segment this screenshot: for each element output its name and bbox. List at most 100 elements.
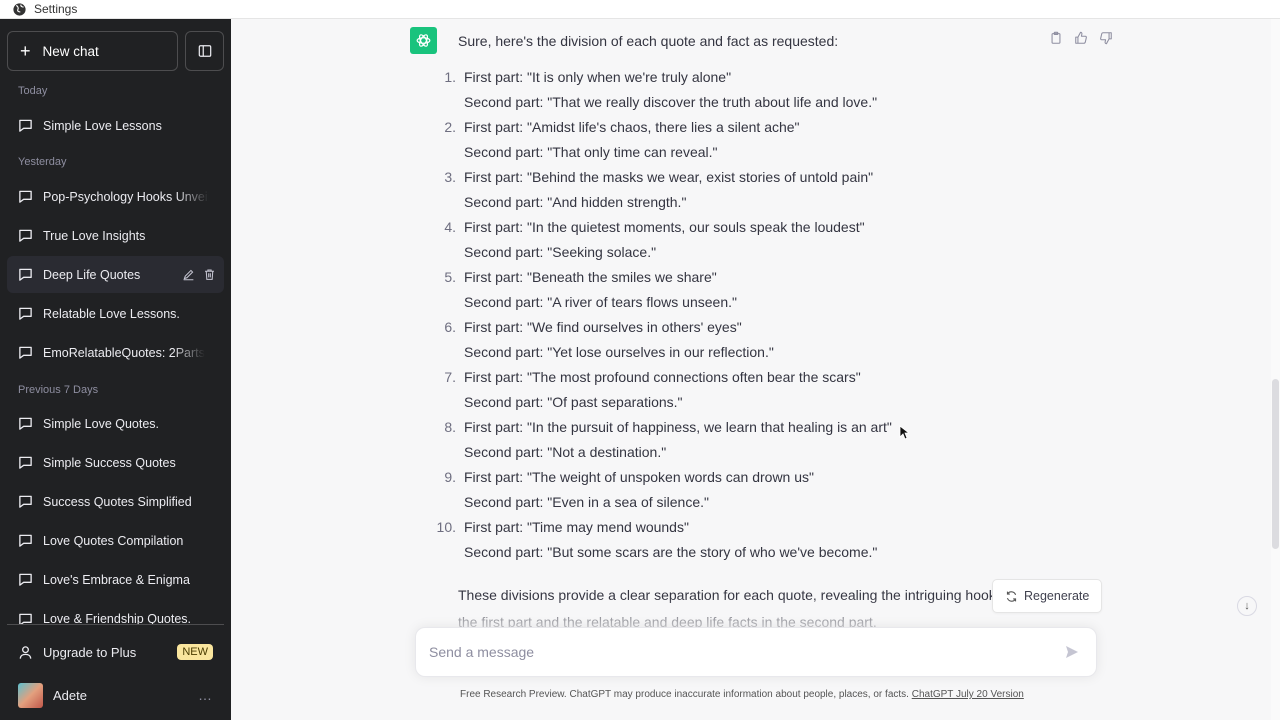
list-number: 3.: [444, 169, 456, 185]
thumbs-down-icon[interactable]: [1099, 31, 1114, 46]
sidebar-chat-label: Deep Life Quotes: [43, 267, 141, 282]
sidebar-chat-label: Relatable Love Lessons.: [43, 306, 180, 321]
sidebar-chat-label: True Love Insights: [43, 228, 146, 243]
quote-first-part: First part: "It is only when we're truly…: [464, 69, 732, 85]
regenerate-label: Regenerate: [1024, 589, 1090, 603]
quote-item: 10. First part: "Time may mend wounds" Sec…: [437, 515, 1098, 565]
send-icon[interactable]: [1064, 644, 1080, 660]
edit-pencil-icon[interactable]: [182, 268, 195, 281]
sidebar-chat-item[interactable]: Love Quotes Compilation: [7, 522, 224, 559]
account-menu-button[interactable]: Adete …: [7, 675, 224, 715]
list-number: 5.: [444, 269, 456, 285]
sidebar-chat-item[interactable]: Pop-Psychology Hooks Unveiled: [7, 178, 224, 215]
quote-item: 5. First part: "Beneath the smiles we sha…: [444, 265, 1098, 315]
upgrade-to-plus-button[interactable]: Upgrade to Plus NEW: [7, 633, 224, 671]
sidebar-chat-label: EmoRelatableQuotes: 2Parts: [43, 345, 205, 360]
sidebar-chat-item[interactable]: EmoRelatableQuotes: 2Parts: [7, 334, 224, 371]
conversation-area: Sure, here's the division of each quote …: [231, 19, 1280, 720]
window-titlebar: Settings: [0, 0, 1280, 19]
scrollbar-thumb[interactable]: [1272, 379, 1279, 549]
message-intro: Sure, here's the division of each quote …: [458, 33, 839, 49]
quote-second-part: Second part: "And hidden strength.": [464, 194, 687, 210]
message-icon: [19, 534, 32, 547]
quote-list: 1. First part: "It is only when we're tru…: [437, 65, 1098, 565]
plus-icon: +: [20, 41, 31, 61]
version-link[interactable]: ChatGPT July 20 Version: [912, 689, 1024, 700]
quote-second-part: Second part: "Yet lose ourselves in our …: [464, 344, 774, 360]
quote-item: 6. First part: "We find ourselves in othe…: [444, 315, 1098, 365]
quote-first-part: First part: "In the pursuit of happiness…: [464, 419, 892, 435]
sidebar-chat-item[interactable]: Simple Love Lessons: [7, 107, 224, 144]
window-title: Settings: [34, 2, 78, 16]
quote-first-part: First part: "In the quietest moments, ou…: [464, 219, 865, 235]
new-chat-button[interactable]: + New chat: [7, 31, 178, 71]
scroll-to-bottom-button[interactable]: ↓: [1237, 596, 1257, 616]
sidebar-chat-label: Love & Friendship Quotes.: [43, 612, 191, 624]
message-icon: [19, 346, 32, 359]
message-input[interactable]: [429, 644, 1029, 660]
quote-second-part: Second part: "Seeking solace.": [464, 244, 657, 260]
sidebar-chat-item[interactable]: Relatable Love Lessons.: [7, 295, 224, 332]
quote-item: 7. First part: "The most profound connect…: [444, 365, 1098, 415]
list-number: 10.: [436, 519, 456, 535]
more-options-icon[interactable]: …: [198, 687, 213, 703]
message-icon: [19, 417, 32, 430]
sidebar-chat-item[interactable]: Simple Love Quotes.: [7, 405, 224, 442]
sidebar-chat-item[interactable]: Simple Success Quotes: [7, 444, 224, 481]
footer-disclaimer: Free Research Preview. ChatGPT may produ…: [460, 689, 1024, 700]
sidebar-chat-item[interactable]: Success Quotes Simplified: [7, 483, 224, 520]
message-icon: [19, 307, 32, 320]
quote-first-part: First part: "Beneath the smiles we share…: [464, 269, 717, 285]
toggle-sidebar-button[interactable]: [185, 31, 224, 71]
scrollbar[interactable]: [1271, 19, 1280, 720]
sidebar-chat-item[interactable]: Love's Embrace & Enigma: [7, 561, 224, 598]
user-icon: [19, 645, 32, 659]
quote-first-part: First part: "Behind the masks we wear, e…: [464, 169, 874, 185]
arrow-down-icon: ↓: [1244, 600, 1250, 612]
quote-first-part: First part: "Amidst life's chaos, there …: [464, 119, 800, 135]
sidebar-chat-label: Pop-Psychology Hooks Unveiled: [43, 189, 209, 204]
quote-first-part: First part: "The weight of unspoken word…: [464, 469, 814, 485]
group-label-today: Today: [18, 85, 48, 97]
list-number: 9.: [444, 469, 456, 485]
upgrade-label: Upgrade to Plus: [43, 644, 137, 660]
avatar: [18, 682, 43, 708]
group-label-previous-7-days: Previous 7 Days: [18, 384, 99, 396]
quote-first-part: First part: "We find ourselves in others…: [464, 319, 742, 335]
quote-second-part: Second part: "Of past separations.": [464, 394, 683, 410]
quote-second-part: Second part: "But some scars are the sto…: [464, 544, 878, 560]
sidebar-chat-item-active[interactable]: Deep Life Quotes: [7, 256, 224, 293]
list-number: 6.: [444, 319, 456, 335]
sidebar-chat-label: Simple Success Quotes: [43, 455, 176, 470]
user-name: Adete: [53, 687, 87, 703]
quote-second-part: Second part: "Even in a sea of silence.": [464, 494, 709, 510]
new-badge: NEW: [177, 644, 213, 660]
quote-item: 1. First part: "It is only when we're tru…: [444, 65, 1098, 115]
sidebar-chat-item-partial[interactable]: Love & Friendship Quotes.: [7, 600, 224, 624]
disclaimer-text: Free Research Preview. ChatGPT may produ…: [460, 689, 912, 700]
message-icon: [19, 495, 32, 508]
quote-item: 4. First part: "In the quietest moments, …: [444, 215, 1098, 265]
message-icon: [19, 229, 32, 242]
list-number: 4.: [444, 219, 456, 235]
sidebar-chat-label: Love's Embrace & Enigma: [43, 572, 190, 587]
trash-icon[interactable]: [203, 268, 216, 281]
globe-icon: [13, 2, 26, 16]
chatgpt-logo-icon: [410, 27, 437, 54]
sidebar-chat-label: Simple Love Quotes.: [43, 416, 160, 431]
quote-item: 3. First part: "Behind the masks we wear,…: [444, 165, 1098, 215]
sidebar-chat-label: Love Quotes Compilation: [43, 533, 184, 548]
regenerate-button[interactable]: Regenerate: [992, 579, 1103, 613]
quote-item: 9. First part: "The weight of unspoken wo…: [444, 465, 1098, 515]
new-chat-label: New chat: [42, 43, 99, 59]
sidebar-divider: [7, 624, 224, 625]
list-number: 2.: [444, 119, 456, 135]
list-number: 7.: [444, 369, 456, 385]
sidebar-chat-label: Success Quotes Simplified: [43, 494, 192, 509]
quote-first-part: First part: "The most profound connectio…: [464, 369, 861, 385]
quote-second-part: Second part: "Not a destination.": [464, 444, 667, 460]
sidebar-chat-item[interactable]: True Love Insights: [7, 217, 224, 254]
message-icon: [19, 268, 32, 281]
message-icon: [19, 573, 32, 586]
message-icon: [19, 613, 32, 624]
